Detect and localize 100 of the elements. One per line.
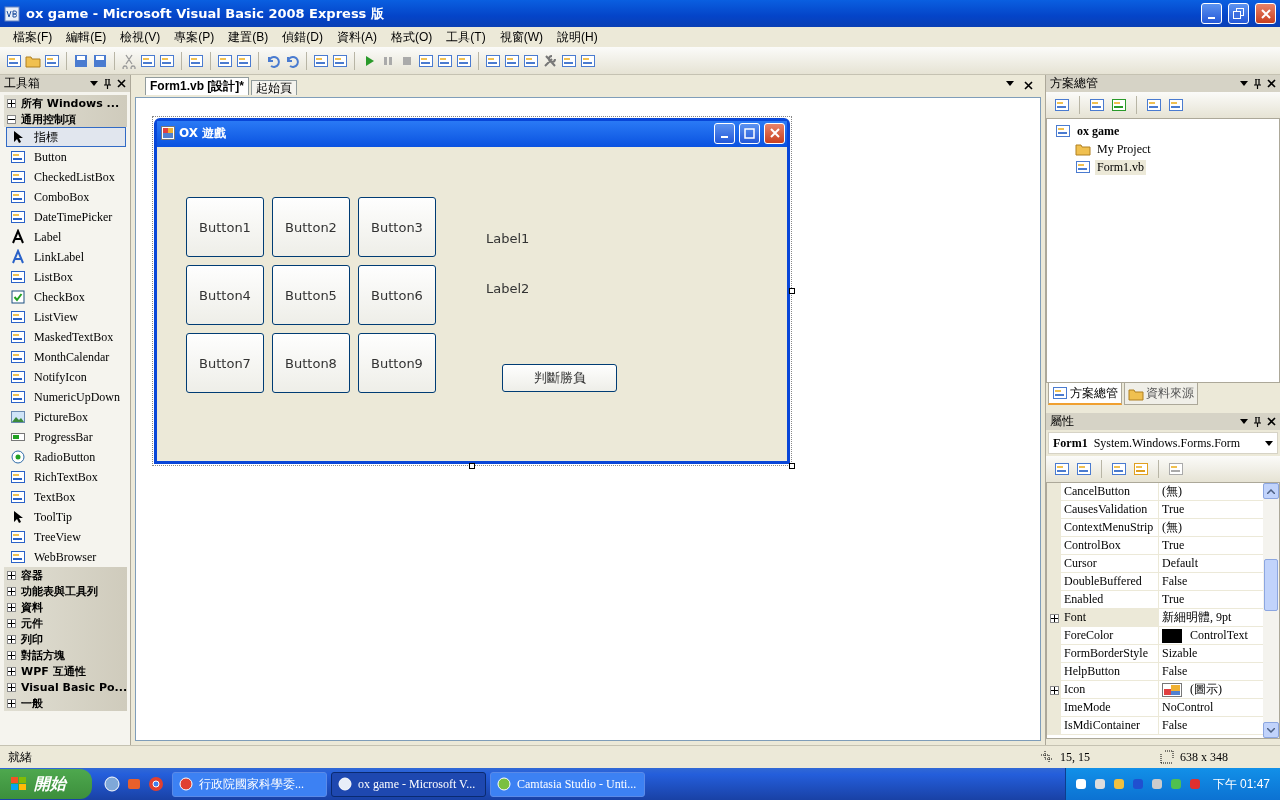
- dropdown-icon[interactable]: [1265, 440, 1273, 446]
- menu-item[interactable]: 格式(O): [384, 28, 440, 46]
- resize-handle[interactable]: [789, 463, 795, 469]
- property-name[interactable]: FormBorderStyle: [1061, 645, 1159, 663]
- property-name[interactable]: Font: [1061, 609, 1159, 627]
- pane-tab[interactable]: 方案總管: [1048, 383, 1122, 405]
- dropdown-icon[interactable]: [1240, 81, 1248, 86]
- pin-icon[interactable]: [1254, 416, 1261, 427]
- property-value[interactable]: (圖示): [1190, 681, 1222, 698]
- property-value[interactable]: False: [1162, 718, 1188, 733]
- toolbox-item[interactable]: TreeView: [6, 527, 126, 547]
- toolbox-section-header[interactable]: 列印: [4, 631, 127, 647]
- form-button[interactable]: Button5: [272, 265, 350, 325]
- tray-icon[interactable]: [1111, 777, 1126, 791]
- property-value[interactable]: 新細明體, 9pt: [1162, 609, 1232, 626]
- property-name[interactable]: Cursor: [1061, 555, 1159, 573]
- property-name[interactable]: ForeColor: [1061, 627, 1159, 645]
- property-value[interactable]: (無): [1162, 483, 1182, 500]
- menu-item[interactable]: 建置(B): [221, 28, 276, 46]
- toolbox-item[interactable]: CheckBox: [6, 287, 126, 307]
- menu-item[interactable]: 編輯(E): [59, 28, 114, 46]
- menu-item[interactable]: 專案(P): [167, 28, 222, 46]
- menu-item[interactable]: 工具(T): [439, 28, 493, 46]
- form-button[interactable]: Button4: [186, 265, 264, 325]
- tray-icon[interactable]: [1149, 777, 1164, 791]
- toolbox-item[interactable]: NotifyIcon: [6, 367, 126, 387]
- toolbox-item[interactable]: WebBrowser: [6, 547, 126, 567]
- form-button[interactable]: Button7: [186, 333, 264, 393]
- toolbox-item[interactable]: PictureBox: [6, 407, 126, 427]
- dropdown-icon[interactable]: [1240, 419, 1248, 424]
- close-icon[interactable]: [1267, 417, 1276, 426]
- property-name[interactable]: IsMdiContainer: [1061, 717, 1159, 735]
- property-name[interactable]: CausesValidation: [1061, 501, 1159, 519]
- dropdown-icon[interactable]: [90, 81, 98, 86]
- property-name[interactable]: ImeMode: [1061, 699, 1159, 717]
- close-icon[interactable]: [117, 79, 126, 88]
- expand-icon[interactable]: [1049, 613, 1059, 623]
- toolbox-item[interactable]: ComboBox: [6, 187, 126, 207]
- property-value[interactable]: (無): [1162, 519, 1182, 536]
- resize-handle[interactable]: [789, 288, 795, 294]
- form-button[interactable]: Button8: [272, 333, 350, 393]
- tray-icon[interactable]: [1092, 777, 1107, 791]
- property-name[interactable]: HelpButton: [1061, 663, 1159, 681]
- toolbox-item[interactable]: MaskedTextBox: [6, 327, 126, 347]
- form-window[interactable]: OX 遊戲 Button1 Button2 Button3 Button4 Button5 Button6 Button7 Button8 Button9 Label1 Label2 判斷勝負: [154, 118, 790, 464]
- property-name[interactable]: DoubleBuffered: [1061, 573, 1159, 591]
- tree-item[interactable]: Form1.vb: [1095, 159, 1146, 175]
- menu-item[interactable]: 檢視(V): [113, 28, 168, 46]
- toolbox-section-header[interactable]: WPF 互通性: [4, 663, 127, 679]
- taskbar-task[interactable]: Camtasia Studio - Unti...: [490, 771, 645, 797]
- expand-icon[interactable]: [7, 570, 16, 580]
- property-value[interactable]: ControlText: [1190, 628, 1248, 643]
- scroll-down-button[interactable]: [1263, 722, 1279, 738]
- toolbox-section-header[interactable]: Visual Basic Po...: [4, 679, 127, 695]
- toolbox-item[interactable]: NumericUpDown: [6, 387, 126, 407]
- save-all-icon[interactable]: [92, 52, 108, 69]
- property-value[interactable]: True: [1162, 502, 1185, 517]
- form-button[interactable]: Button6: [358, 265, 436, 325]
- property-name[interactable]: Enabled: [1061, 591, 1159, 609]
- maximize-button[interactable]: [739, 122, 760, 144]
- property-value[interactable]: True: [1162, 592, 1185, 607]
- expand-icon[interactable]: [7, 602, 16, 612]
- object-selector[interactable]: Form1 System.Windows.Forms.Form: [1048, 432, 1278, 454]
- pane-tab[interactable]: 資料來源: [1124, 383, 1198, 405]
- toolbox-item[interactable]: MonthCalendar: [6, 347, 126, 367]
- menu-item[interactable]: 說明(H): [550, 28, 605, 46]
- save-icon[interactable]: [73, 52, 89, 69]
- close-button[interactable]: [1255, 3, 1276, 24]
- pin-icon[interactable]: [104, 78, 111, 89]
- toolbox-item[interactable]: ListBox: [6, 267, 126, 287]
- stack-icon[interactable]: [126, 776, 142, 792]
- tools-icon[interactable]: [542, 52, 558, 69]
- toolbox-section-header[interactable]: 通用控制項: [4, 111, 127, 127]
- taskbar-task[interactable]: ox game - Microsoft V...: [331, 771, 486, 797]
- scroll-up-button[interactable]: [1263, 483, 1279, 499]
- expand-icon[interactable]: [7, 650, 16, 660]
- form-button[interactable]: Button3: [358, 197, 436, 257]
- menu-item[interactable]: 資料(A): [330, 28, 384, 46]
- toolbox-section-header[interactable]: 所有 Windows ...: [4, 95, 127, 111]
- property-value[interactable]: True: [1162, 538, 1185, 553]
- property-value[interactable]: False: [1162, 664, 1188, 679]
- toolbox-section-header[interactable]: 元件: [4, 615, 127, 631]
- property-value[interactable]: False: [1162, 574, 1188, 589]
- property-name[interactable]: ControlBox: [1061, 537, 1159, 555]
- restore-button[interactable]: [1228, 3, 1249, 24]
- toolbox-section-header[interactable]: 一般: [4, 695, 127, 711]
- toolbox-item[interactable]: ListView: [6, 307, 126, 327]
- property-name[interactable]: CancelButton: [1061, 483, 1159, 501]
- tree-item[interactable]: My Project: [1095, 141, 1153, 157]
- toolbox-section-header[interactable]: 資料: [4, 599, 127, 615]
- toolbox-item[interactable]: RadioButton: [6, 447, 126, 467]
- toolbox-item[interactable]: LinkLabel: [6, 247, 126, 267]
- document-tab[interactable]: 起始頁: [251, 80, 297, 95]
- form-button[interactable]: Button1: [186, 197, 264, 257]
- expand-icon[interactable]: [7, 698, 16, 708]
- menu-item[interactable]: 視窗(W): [492, 28, 550, 46]
- property-value[interactable]: Default: [1162, 556, 1198, 571]
- form-button[interactable]: Button2: [272, 197, 350, 257]
- expand-icon[interactable]: [1049, 685, 1059, 695]
- property-value[interactable]: Sizable: [1162, 646, 1198, 661]
